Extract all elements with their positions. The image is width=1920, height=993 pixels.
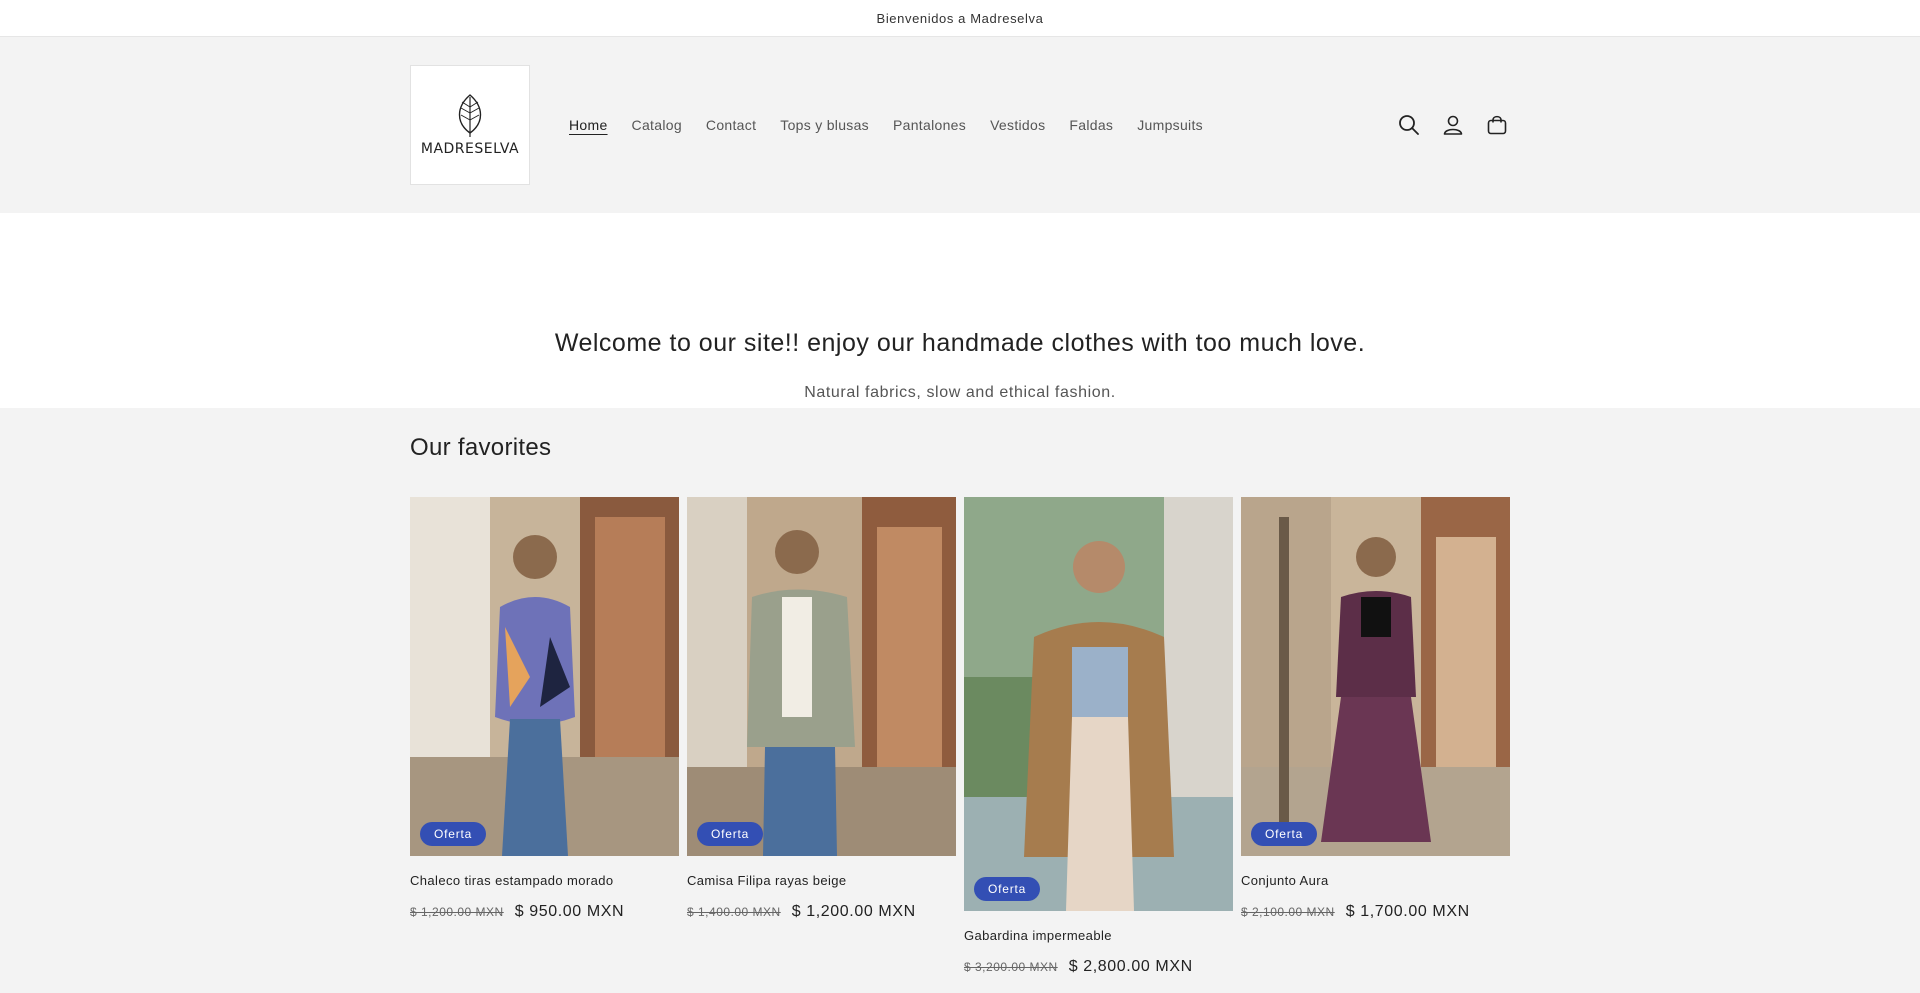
- nav-catalog[interactable]: Catalog: [620, 117, 694, 133]
- regular-price: $ 2,100.00 MXN: [1241, 905, 1335, 919]
- nav-jumpsuits[interactable]: Jumpsuits: [1125, 117, 1215, 133]
- product-grid: Oferta Chaleco tiras estampado morado $ …: [410, 497, 1510, 976]
- sale-price: $ 1,200.00 MXN: [791, 903, 916, 920]
- product-title[interactable]: Camisa Filipa rayas beige: [687, 873, 956, 888]
- announcement-bar: Bienvenidos a Madreselva: [0, 0, 1920, 37]
- price-row: $ 2,100.00 MXN $ 1,700.00 MXN: [1241, 903, 1510, 921]
- sale-badge: Oferta: [1251, 822, 1318, 846]
- logo-wordmark: MADRESELVA: [420, 141, 520, 157]
- header-actions: [1395, 37, 1511, 213]
- nav-contact[interactable]: Contact: [694, 117, 768, 133]
- product-title[interactable]: Conjunto Aura: [1241, 873, 1510, 888]
- product-card[interactable]: Oferta Gabardina impermeable $ 3,200.00 …: [964, 497, 1233, 976]
- hero-subtitle: Natural fabrics, slow and ethical fashio…: [804, 384, 1116, 401]
- leaf-icon: [458, 94, 482, 137]
- nav-tops-y-blusas[interactable]: Tops y blusas: [768, 117, 881, 133]
- price-row: $ 1,200.00 MXN $ 950.00 MXN: [410, 903, 679, 921]
- product-card[interactable]: Oferta Conjunto Aura $ 2,100.00 MXN $ 1,…: [1241, 497, 1510, 976]
- regular-price: $ 1,400.00 MXN: [687, 905, 781, 919]
- product-image[interactable]: Oferta: [1241, 497, 1510, 856]
- regular-price: $ 1,200.00 MXN: [410, 905, 504, 919]
- product-image[interactable]: Oferta: [410, 497, 679, 856]
- sale-badge: Oferta: [697, 822, 764, 846]
- price-row: $ 1,400.00 MXN $ 1,200.00 MXN: [687, 903, 956, 921]
- cart-icon[interactable]: [1483, 111, 1511, 139]
- hero-section: Welcome to our site!! enjoy our handmade…: [0, 213, 1920, 408]
- product-image[interactable]: Oferta: [964, 497, 1233, 911]
- nav-vestidos[interactable]: Vestidos: [978, 117, 1057, 133]
- nav-pantalones[interactable]: Pantalones: [881, 117, 978, 133]
- section-title: Our favorites: [410, 434, 552, 461]
- main-nav: Home Catalog Contact Tops y blusas Panta…: [557, 37, 1215, 213]
- nav-home[interactable]: Home: [557, 117, 620, 133]
- price-row: $ 3,200.00 MXN $ 2,800.00 MXN: [964, 958, 1233, 976]
- sale-badge: Oferta: [420, 822, 487, 846]
- logo[interactable]: MADRESELVA: [410, 65, 530, 185]
- search-icon[interactable]: [1395, 111, 1423, 139]
- product-card[interactable]: Oferta Camisa Filipa rayas beige $ 1,400…: [687, 497, 956, 976]
- announcement-text: Bienvenidos a Madreselva: [876, 10, 1044, 26]
- site-header: MADRESELVA Home Catalog Contact Tops y b…: [0, 37, 1920, 213]
- product-image[interactable]: Oferta: [687, 497, 956, 856]
- sale-price: $ 950.00 MXN: [514, 903, 625, 920]
- product-title[interactable]: Gabardina impermeable: [964, 928, 1233, 943]
- favorites-section: Our favorites Oferta Chaleco tiras estam…: [0, 408, 1920, 993]
- sale-price: $ 1,700.00 MXN: [1345, 903, 1470, 920]
- account-icon[interactable]: [1439, 111, 1467, 139]
- product-card[interactable]: Oferta Chaleco tiras estampado morado $ …: [410, 497, 679, 976]
- hero-title: Welcome to our site!! enjoy our handmade…: [554, 329, 1366, 357]
- nav-faldas[interactable]: Faldas: [1057, 117, 1125, 133]
- regular-price: $ 3,200.00 MXN: [964, 960, 1058, 974]
- sale-price: $ 2,800.00 MXN: [1068, 958, 1193, 975]
- sale-badge: Oferta: [974, 877, 1041, 901]
- product-title[interactable]: Chaleco tiras estampado morado: [410, 873, 679, 888]
